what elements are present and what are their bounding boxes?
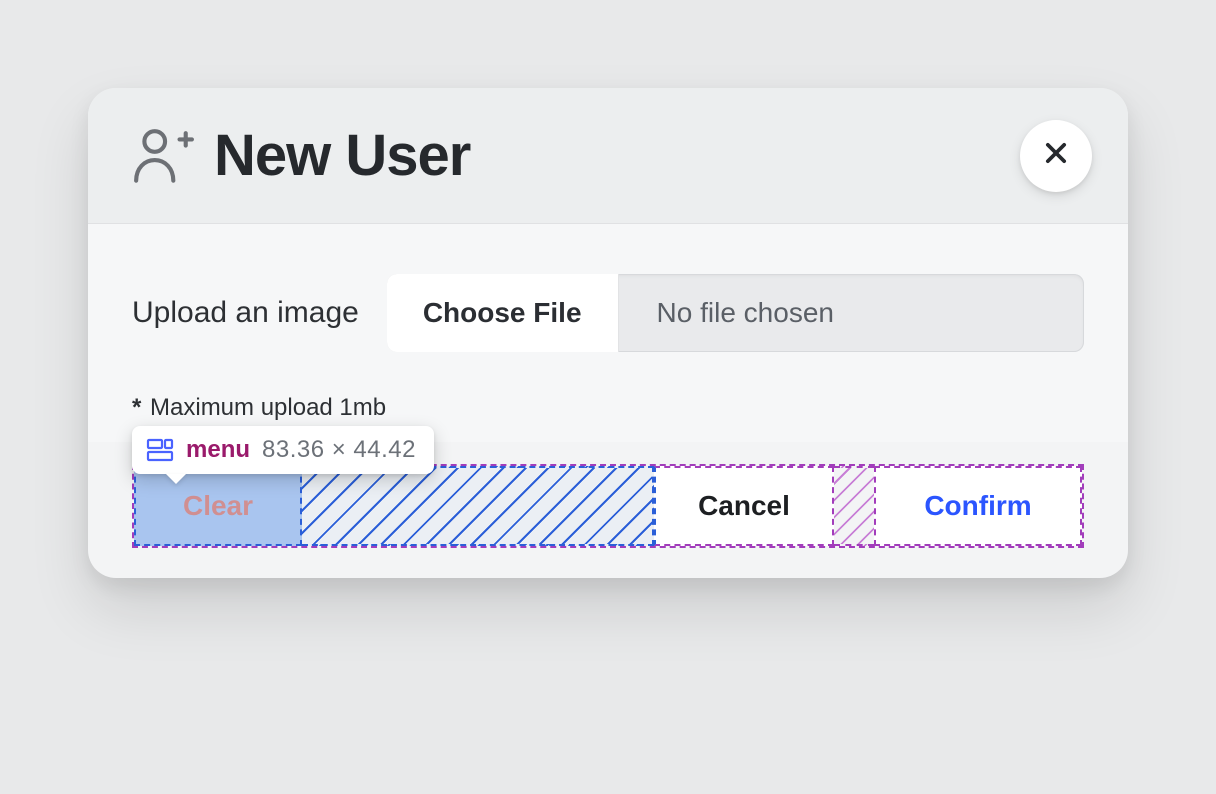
hint-asterisk: *: [132, 394, 141, 421]
clear-button[interactable]: Clear: [134, 466, 302, 546]
inspector-dimensions: 83.36 × 44.42: [262, 436, 416, 464]
cancel-button[interactable]: Cancel: [654, 466, 834, 546]
dialog-title: New User: [214, 122, 470, 189]
dialog-body: Upload an image Choose File No file chos…: [88, 224, 1128, 442]
file-status-text: No file chosen: [619, 274, 1084, 352]
button-menu-flex: Clear Cancel Confirm: [132, 464, 1084, 548]
flex-gap: [834, 466, 874, 546]
close-icon: [1042, 137, 1070, 176]
upload-row: Upload an image Choose File No file chos…: [132, 274, 1084, 352]
flex-spacer: [302, 466, 654, 546]
dialog-footer: Clear Cancel Confirm: [132, 464, 1084, 548]
new-user-dialog: New User Upload an image Choose File No …: [88, 88, 1128, 578]
upload-label: Upload an image: [132, 296, 359, 330]
user-plus-icon: [132, 127, 194, 185]
confirm-button[interactable]: Confirm: [874, 466, 1082, 546]
file-picker: Choose File No file chosen: [387, 274, 1084, 352]
choose-file-button[interactable]: Choose File: [387, 274, 619, 352]
hint-text: Maximum upload 1mb: [150, 394, 386, 421]
dialog-header: New User: [88, 88, 1128, 224]
upload-hint: * Maximum upload 1mb: [132, 394, 1084, 422]
inspector-element-tag: menu: [186, 436, 250, 464]
close-button[interactable]: [1020, 120, 1092, 192]
flex-layout-icon: [146, 436, 174, 464]
inspector-tooltip: menu 83.36 × 44.42: [132, 426, 434, 474]
